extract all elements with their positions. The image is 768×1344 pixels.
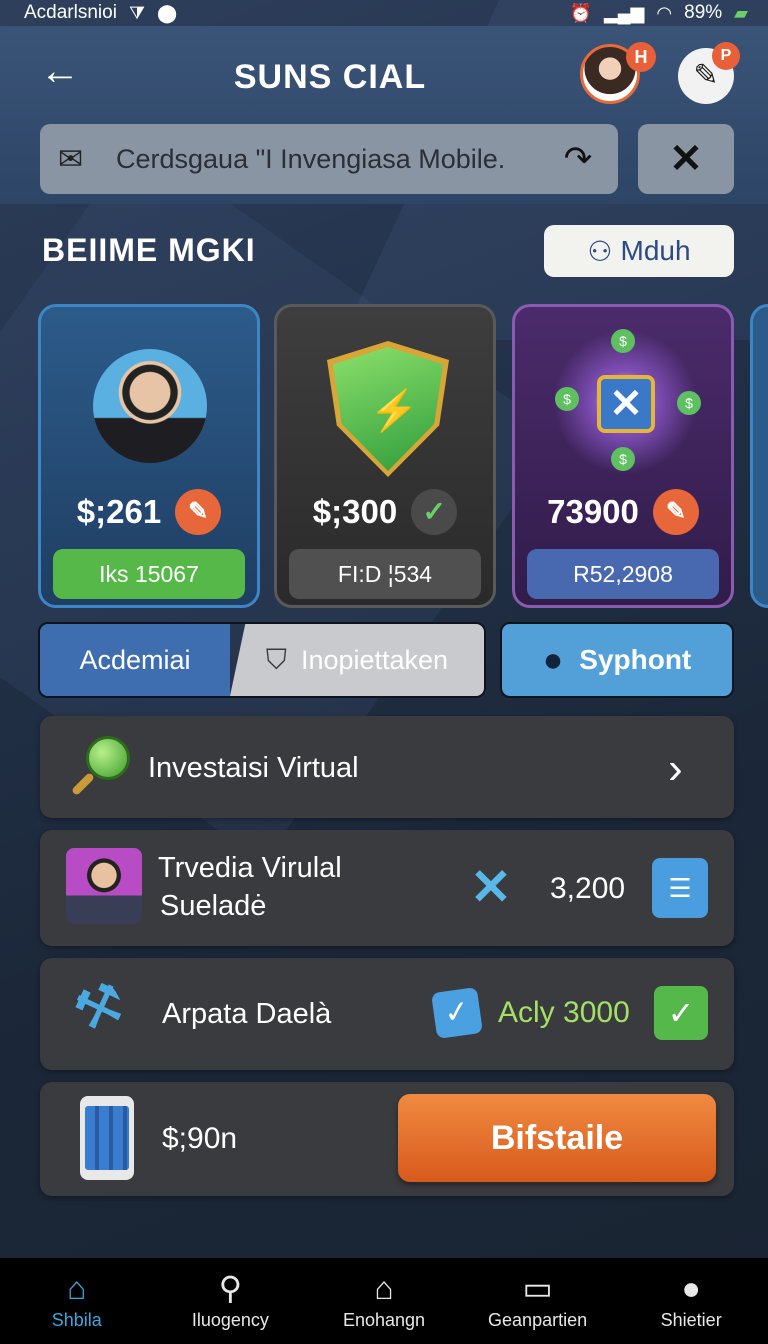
balance-card-shield[interactable]: ⚡ $;300 ✓ FI:D ¦534 [274,304,496,608]
page-title: SUNS CIAL [233,58,427,96]
house-icon: ⌂ [374,1269,394,1306]
search-input[interactable] [116,143,556,175]
nav-item-tablet[interactable]: ▭ Geanpartien [461,1258,615,1344]
tab-second[interactable]: ⛉ Inopiettaken [230,624,484,696]
confirm-check-icon[interactable]: ✓ [654,986,708,1040]
search-icon: ⚲ [218,1269,243,1306]
balance-card-profile[interactable]: $;261 ✎ Iks 15067 [38,304,260,608]
location-icon: ⬤ [157,3,178,23]
tablet-icon: ▭ [522,1269,553,1306]
carrier-label: Acdarlsnioi [24,2,117,23]
battery-icon: ▰ [734,3,748,23]
nav-item-search[interactable]: ⚲ Iluogency [154,1258,308,1344]
list-item-value: Acly 3000 [498,996,630,1029]
signal-icon: ▂▄▆ [603,3,645,23]
list-item-arpata[interactable]: ⚒ Arpata Daelà ✓ Acly 3000 ✓ [40,958,734,1070]
list-item-trvedia[interactable]: Trvedia Virulal Sueladė ✕ 3,200 ☰ [40,830,734,946]
chevron-right-icon: › [668,744,683,793]
nav-item-home[interactable]: ⌂ Shbila [0,1258,154,1344]
list-item-label: Investaisi Virtual [148,752,359,784]
profile-icon: ● [681,1269,701,1306]
section-title: BEIIME MGKI [42,232,256,268]
nav-item-profile[interactable]: ● Shietier [614,1258,768,1344]
pencil-badge-icon: ✎ [175,489,222,535]
cross-icon[interactable]: ✕ [470,858,512,916]
search-bar: ✉ ↷ [40,124,618,194]
wifi-icon: ◠ [656,3,673,23]
bolt-icon: ⚡ [369,389,419,433]
wrench-tool-icon: ⚒ [64,968,134,1045]
forward-arrow-icon[interactable]: ↷ [556,139,600,179]
list-item-label: Trvedia Virulal [158,852,342,884]
checkbox-icon[interactable]: ✓ [431,987,483,1039]
home-icon: ⌂ [67,1269,87,1306]
alarm-icon: ⏰ [569,3,592,23]
purchase-amount: $;90n [162,1122,238,1155]
mail-icon: ✉ [58,142,84,176]
nav-label: Enohangn [342,1309,426,1330]
avatar-badge: H [626,42,656,72]
purchase-button[interactable]: Bifstaile [398,1094,716,1182]
edit-badge: P [712,42,740,70]
battery-percentage: 89% [684,2,723,23]
tab-third-label: Syphont [579,644,692,675]
list-item-investasi[interactable]: Investaisi Virtual › [40,716,734,818]
document-icon[interactable]: ☰ [652,858,708,918]
shield-outline-icon: ⛉ [265,643,287,675]
person-icon: ● [542,640,564,679]
card-pill[interactable]: R52,2908 [527,549,719,599]
user-icon: ⚇ [587,235,613,267]
magnifier-icon [62,736,132,806]
notification-icon: ⧩ [128,3,145,23]
bottom-navigation: ⌂ Shbila ⚲ Iluogency ⌂ Enohangn ▭ Geanpa… [0,1258,768,1344]
person-thumbnail [66,848,142,924]
balance-card-partial[interactable] [750,304,768,608]
card-pill[interactable]: FI:D ¦534 [289,549,481,599]
card-amount: $;261 [76,493,162,530]
coin-icon: $ [677,391,701,415]
app-header: ← SUNS CIAL H ✎ P ✉ ↷ ✕ [0,26,768,204]
status-bar: Acdarlsnioi ⧩ ⬤ ⏰ ▂▄▆ ◠ 89% ▰ [0,0,768,26]
tab-first[interactable]: Acdemiai [40,624,230,696]
cross-box-icon: ✕ [597,375,655,433]
user-action-label: Mduh [620,235,691,266]
nav-label: Shietier [660,1309,722,1330]
pencil-badge-icon: ✎ [652,489,699,535]
balance-card-rewards[interactable]: $ $ $ $ ✕ 73900 ✎ R52,2908 [512,304,734,608]
coin-icon: $ [611,447,635,471]
list-item-value: 3,200 [550,872,626,905]
coin-icon: $ [555,387,579,411]
segmented-tabs: Acdemiai ⛉ Inopiettaken [38,622,486,698]
card-amount: $;300 [312,493,398,530]
purchase-row: $;90n Bifstaile [40,1082,734,1196]
tab-second-label: Inopiettaken [300,644,449,675]
list-item-sublabel: Sueladė [160,890,267,922]
close-button[interactable]: ✕ [638,124,734,194]
check-badge-icon: ✓ [411,489,458,535]
list-item-label: Arpata Daelà [162,998,332,1030]
person-avatar [93,349,207,463]
nav-item-house[interactable]: ⌂ Enohangn [307,1258,461,1344]
user-action-button[interactable]: ⚇ Mduh [544,225,734,277]
nav-label: Shbila [51,1309,102,1330]
phone-icon [80,1096,134,1180]
coin-icon: $ [611,329,635,353]
nav-label: Iluogency [191,1309,269,1330]
nav-label: Geanpartien [488,1309,588,1330]
tab-third[interactable]: ● Syphont [500,622,734,698]
card-amount: 73900 [547,493,639,530]
card-pill[interactable]: Iks 15067 [53,549,245,599]
